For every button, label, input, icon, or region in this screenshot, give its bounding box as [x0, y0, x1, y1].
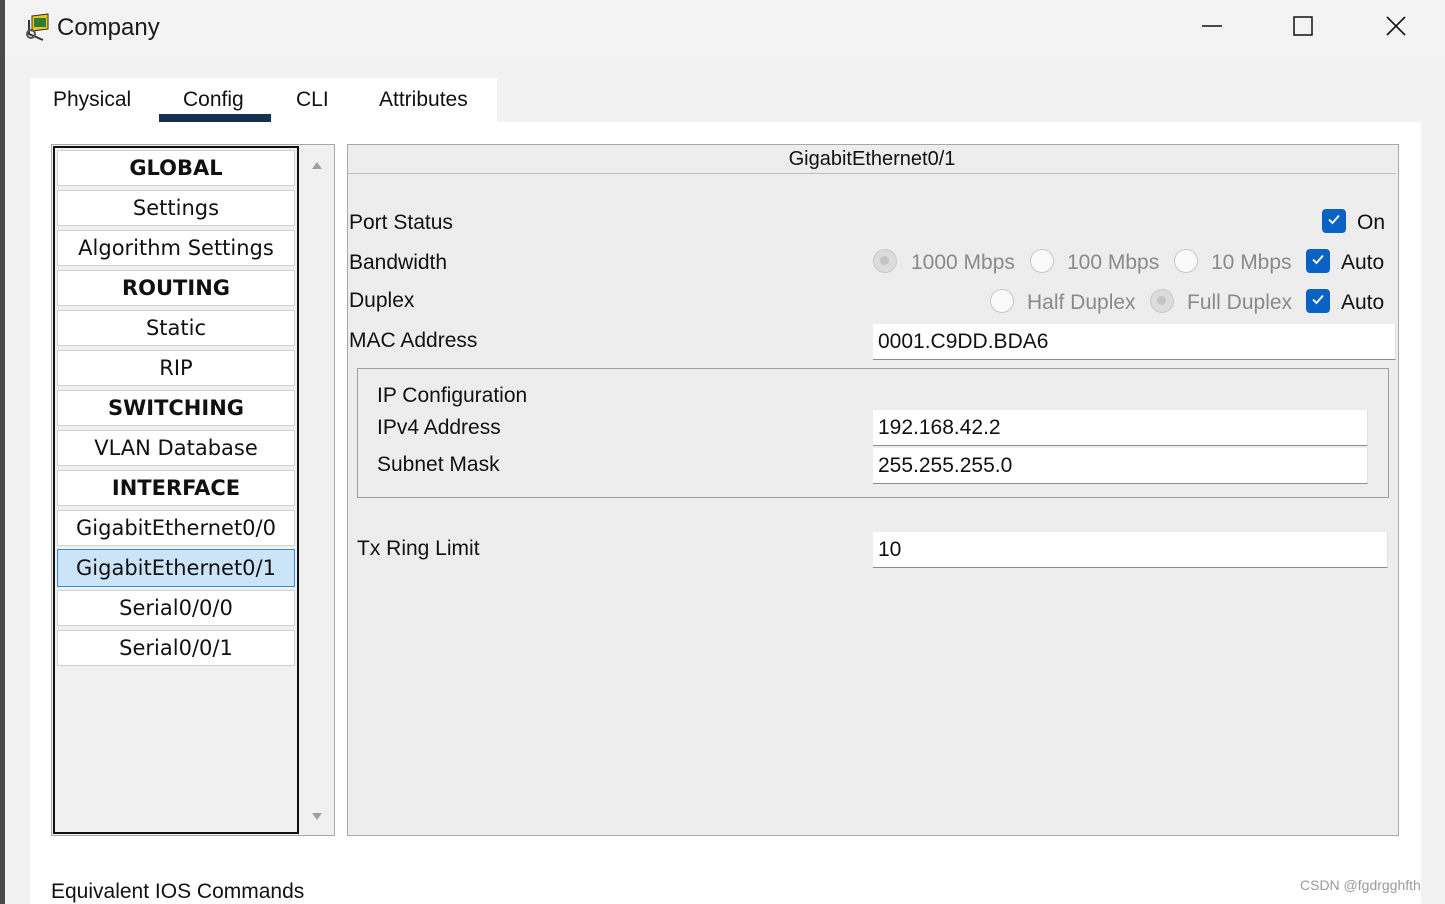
scroll-down-arrow-icon[interactable]: [309, 810, 325, 824]
sidebar-item-gigabitethernet0-1[interactable]: GigabitEthernet0/1: [57, 549, 295, 587]
scroll-up-arrow-icon[interactable]: [309, 158, 325, 172]
tab-config[interactable]: Config: [183, 88, 244, 112]
minimize-button[interactable]: [1189, 8, 1235, 48]
ipv4-address-label: IPv4 Address: [377, 416, 501, 439]
maximize-button[interactable]: [1280, 8, 1326, 48]
title-bar: Company: [5, 0, 1445, 56]
checkmark-icon: [1310, 251, 1326, 272]
maximize-icon: [1292, 15, 1314, 42]
half-duplex-label: Half Duplex: [1027, 291, 1136, 314]
sidebar-item-algorithm-settings[interactable]: Algorithm Settings: [57, 230, 295, 266]
bandwidth-auto-label: Auto: [1341, 251, 1385, 274]
ip-configuration-title: IP Configuration: [377, 384, 528, 407]
bandwidth-10-label: 10 Mbps: [1211, 251, 1292, 274]
subnet-mask-field[interactable]: [873, 448, 1368, 484]
minimize-icon: [1201, 15, 1223, 42]
port-status-checkbox[interactable]: [1322, 209, 1346, 233]
mac-address-label: MAC Address: [349, 329, 478, 352]
duplex-auto-label: Auto: [1341, 291, 1385, 314]
close-icon: [1384, 14, 1408, 43]
bandwidth-1000-radio[interactable]: [873, 249, 897, 273]
sidebar-item-serial0-0-1[interactable]: Serial0/0/1: [57, 630, 295, 666]
port-status-on-label: On: [1357, 211, 1386, 234]
tab-attributes[interactable]: Attributes: [379, 88, 468, 112]
checkmark-icon: [1326, 211, 1342, 232]
subnet-mask-label: Subnet Mask: [377, 453, 500, 476]
equivalent-ios-commands-label: Equivalent IOS Commands: [51, 880, 305, 903]
checkmark-icon: [1310, 291, 1326, 312]
full-duplex-radio[interactable]: [1150, 289, 1174, 313]
bandwidth-1000-label: 1000 Mbps: [911, 251, 1015, 274]
close-button[interactable]: [1373, 8, 1419, 48]
sidebar-item-rip[interactable]: RIP: [57, 350, 295, 386]
duplex-auto-checkbox[interactable]: [1306, 289, 1330, 313]
bandwidth-10-radio[interactable]: [1174, 249, 1198, 273]
bandwidth-label: Bandwidth: [349, 251, 448, 274]
ipv4-address-field[interactable]: [873, 410, 1368, 446]
tx-ring-limit-field[interactable]: [873, 532, 1388, 568]
sidebar-item-settings[interactable]: Settings: [57, 190, 295, 226]
sidebar-header-interface: INTERFACE: [57, 470, 295, 506]
sidebar-header-global: GLOBAL: [57, 150, 295, 186]
sidebar-item-gigabitethernet0-0[interactable]: GigabitEthernet0/0: [57, 510, 295, 546]
active-tab-indicator: [159, 114, 271, 122]
bandwidth-auto-checkbox[interactable]: [1306, 249, 1330, 273]
interface-title: GigabitEthernet0/1: [348, 145, 1396, 174]
sidebar-header-routing: ROUTING: [57, 270, 295, 306]
mac-address-field[interactable]: [873, 324, 1396, 360]
router-icon: [23, 12, 53, 42]
half-duplex-radio[interactable]: [990, 289, 1014, 313]
window-title: Company: [57, 14, 160, 41]
duplex-label: Duplex: [349, 289, 415, 312]
watermark: CSDN @fgdrgghfth: [1300, 877, 1421, 893]
sidebar-header-switching: SWITCHING: [57, 390, 295, 426]
full-duplex-label: Full Duplex: [1187, 291, 1293, 314]
bandwidth-100-label: 100 Mbps: [1067, 251, 1160, 274]
window-border: [0, 0, 5, 904]
tab-cli[interactable]: CLI: [296, 88, 329, 112]
tx-ring-limit-label: Tx Ring Limit: [357, 537, 480, 560]
sidebar-item-serial0-0-0[interactable]: Serial0/0/0: [57, 590, 295, 626]
bandwidth-100-radio[interactable]: [1030, 249, 1054, 273]
tab-physical[interactable]: Physical: [53, 88, 131, 112]
sidebar-item-static[interactable]: Static: [57, 310, 295, 346]
port-status-label: Port Status: [349, 211, 453, 234]
sidebar-item-vlan-database[interactable]: VLAN Database: [57, 430, 295, 466]
